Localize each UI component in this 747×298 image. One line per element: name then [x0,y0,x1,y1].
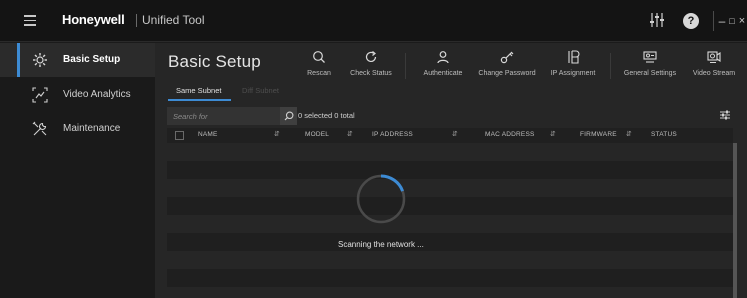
search-button[interactable] [280,107,297,125]
sort-icon[interactable]: ⇵ [626,130,632,138]
video-stream-button[interactable]: Video Stream [689,50,739,86]
authenticate-button[interactable]: Authenticate [418,50,468,86]
device-table [167,143,733,298]
ip-assignment-label: IP Assignment [550,70,596,77]
active-tab-underline [168,99,231,101]
analytics-icon [32,87,48,103]
authenticate-label: Authenticate [423,70,463,77]
table-row [167,143,733,161]
camera-icon [689,50,739,70]
search-icon [299,50,339,70]
loading-spinner-icon [356,174,406,224]
ip-icon [547,50,599,70]
hamburger-icon[interactable] [24,15,36,26]
table-row [167,161,733,179]
minimize-icon[interactable]: – [718,12,726,30]
brand-divider [136,14,137,27]
table-row [167,251,733,269]
select-all-checkbox[interactable] [175,131,184,140]
tab-same-subnet[interactable]: Same Subnet [176,86,221,95]
change-password-label: Change Password [478,70,536,77]
sidebar-item-label: Video Analytics [63,89,131,100]
search-box [167,107,297,125]
filter-icon[interactable] [719,109,731,123]
sort-icon[interactable]: ⇵ [452,130,458,138]
brand-logo: Honeywell [62,12,125,27]
sort-icon[interactable]: ⇵ [347,130,353,138]
tools-icon [32,121,48,137]
close-icon[interactable]: × [738,12,746,30]
table-row [167,215,733,233]
sidebar-item-video-analytics[interactable]: Video Analytics [0,78,155,112]
change-password-button[interactable]: Change Password [475,50,539,86]
column-header-model[interactable]: MODEL [305,131,329,138]
product-name: Unified Tool [142,13,205,27]
video-stream-label: Video Stream [692,70,736,77]
sort-icon[interactable]: ⇵ [550,130,556,138]
check-status-button[interactable]: Check Status [344,50,398,86]
check-status-label: Check Status [350,70,392,77]
column-header-name[interactable]: NAME [198,131,218,138]
gear-icon [32,52,48,68]
help-icon[interactable]: ? [683,13,699,29]
general-settings-button[interactable]: General Settings [621,50,679,86]
sidebar-item-maintenance[interactable]: Maintenance [0,112,155,146]
column-header-firmware[interactable]: FIRMWARE [580,131,617,138]
table-header: NAME ⇵ MODEL ⇵ IP ADDRESS ⇵ MAC ADDRESS … [167,128,733,143]
sidebar-item-label: Basic Setup [63,54,121,65]
scroll-thumb[interactable] [733,143,737,298]
table-scrollbar[interactable] [733,143,737,298]
column-header-status[interactable]: STATUS [651,131,677,138]
titlebar-divider [713,11,714,31]
table-row [167,233,733,251]
rescan-label: Rescan [307,70,331,77]
table-row [167,179,733,197]
scanning-status: Scanning the network ... [338,240,424,249]
page-title: Basic Setup [168,52,261,71]
toolbar-divider [405,53,406,79]
toolbar-divider [610,53,611,79]
table-row [167,269,733,287]
main-panel: Basic Setup Rescan Check Status Authenti… [155,43,747,298]
general-settings-label: General Settings [623,70,677,77]
key-icon [475,50,539,70]
settings-icon [621,50,679,70]
table-row [167,197,733,215]
tab-diff-subnet[interactable]: Diff Subnet [242,86,279,95]
sidebar-item-label: Maintenance [63,123,121,134]
refresh-icon [344,50,398,70]
ip-assignment-button[interactable]: IP Assignment [547,50,599,86]
sort-icon[interactable]: ⇵ [274,130,280,138]
sidebar: Basic Setup Video Analytics Maintenance [0,43,155,298]
mixer-icon[interactable] [649,12,665,30]
user-icon [418,50,468,70]
search-input[interactable] [173,107,273,125]
sidebar-item-basic-setup[interactable]: Basic Setup [0,43,155,77]
title-bar: Honeywell Unified Tool ? – □ × [0,0,747,42]
active-nav-indicator [17,43,20,77]
selection-count: 0 selected 0 total [298,111,355,120]
rescan-button[interactable]: Rescan [299,50,339,86]
maximize-icon[interactable]: □ [728,12,736,30]
column-header-mac-address[interactable]: MAC ADDRESS [485,131,535,138]
column-header-ip-address[interactable]: IP ADDRESS [372,131,413,138]
table-row [167,287,733,298]
